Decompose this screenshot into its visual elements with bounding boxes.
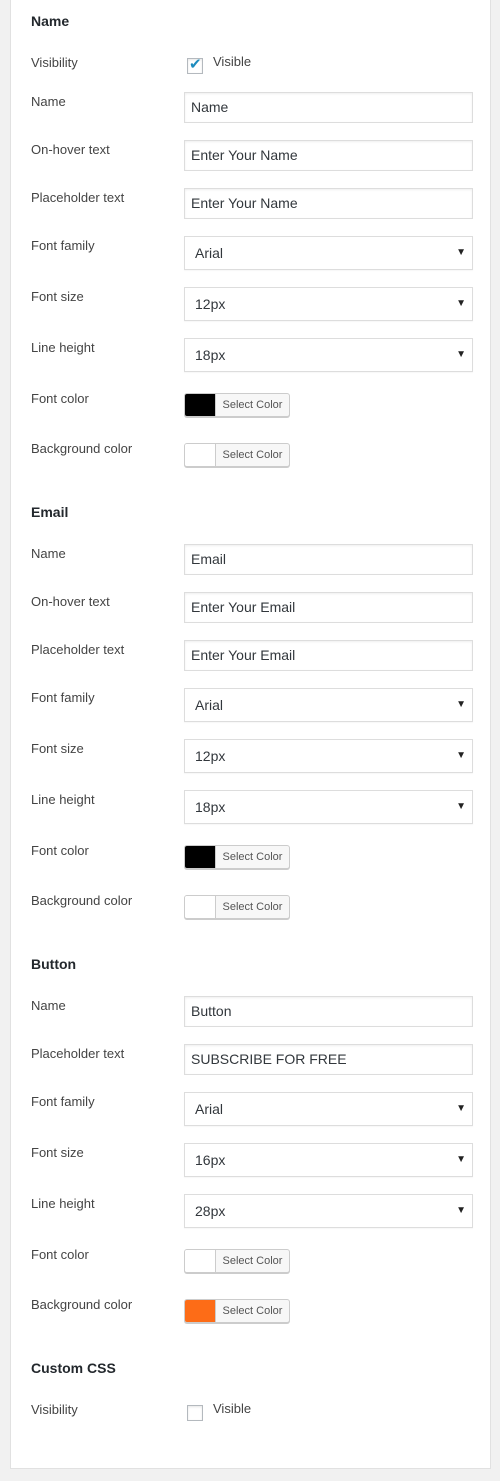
email-line-height-label: Line height [31, 792, 95, 807]
section-title-email: Email [31, 504, 69, 520]
dropdown-arrow-icon: ▼ [456, 801, 466, 812]
button-line-height-select[interactable]: 28px ▼ [184, 1194, 473, 1228]
button-font-family-label: Font family [31, 1094, 95, 1109]
button-font-color-picker[interactable]: Select Color [184, 1249, 290, 1273]
button-placeholder-label: Placeholder text [31, 1046, 125, 1061]
button-placeholder-input[interactable]: SUBSCRIBE FOR FREE [184, 1044, 473, 1075]
name-hover-input[interactable]: Enter Your Name [184, 140, 473, 171]
button-name-label: Name [31, 998, 66, 1013]
name-name-input[interactable]: Name [184, 92, 473, 123]
button-font-size-select[interactable]: 16px ▼ [184, 1143, 473, 1177]
name-font-size-label: Font size [31, 289, 84, 304]
checkmark-icon: ✔ [189, 56, 202, 73]
name-placeholder-input[interactable]: Enter Your Name [184, 188, 473, 219]
color-swatch [185, 1250, 216, 1272]
name-font-color-label: Font color [31, 391, 89, 406]
button-font-size-value: 16px [195, 1152, 226, 1168]
custom-css-visibility-option-label: Visible [213, 1401, 252, 1416]
select-color-label: Select Color [222, 851, 283, 863]
select-color-label: Select Color [222, 901, 283, 913]
email-line-height-value: 18px [195, 799, 226, 815]
email-font-color-label: Font color [31, 843, 89, 858]
select-color-label: Select Color [222, 399, 283, 411]
dropdown-arrow-icon: ▼ [456, 699, 466, 710]
custom-css-visibility-label: Visibility [31, 1402, 78, 1417]
dropdown-arrow-icon: ▼ [456, 1103, 466, 1114]
color-swatch [185, 394, 216, 416]
button-bg-color-label: Background color [31, 1297, 133, 1312]
dropdown-arrow-icon: ▼ [456, 298, 466, 309]
select-color-label: Select Color [222, 449, 283, 461]
name-visibility-toggle[interactable]: ✔ Visible [187, 54, 251, 74]
section-title-button: Button [31, 956, 77, 972]
color-swatch [185, 896, 216, 918]
name-line-height-select[interactable]: 18px ▼ [184, 338, 473, 372]
email-placeholder-input[interactable]: Enter Your Email [184, 640, 473, 671]
color-swatch [185, 444, 216, 466]
custom-css-visibility-toggle[interactable]: Visible [187, 1401, 251, 1421]
name-visibility-option-label: Visible [213, 54, 252, 69]
button-font-size-label: Font size [31, 1145, 84, 1160]
email-name-input[interactable]: Email [184, 544, 473, 575]
name-font-size-select[interactable]: 12px ▼ [184, 287, 473, 321]
color-swatch [185, 846, 216, 868]
name-bg-color-label: Background color [31, 441, 133, 456]
select-color-label: Select Color [222, 1255, 283, 1267]
section-title-name: Name [31, 13, 70, 29]
button-line-height-value: 28px [195, 1203, 226, 1219]
color-swatch [185, 1300, 216, 1322]
button-name-input[interactable]: Button [184, 996, 473, 1027]
button-bg-color-picker[interactable]: Select Color [184, 1299, 290, 1323]
name-placeholder-label: Placeholder text [31, 190, 125, 205]
name-font-family-label: Font family [31, 238, 95, 253]
name-font-family-select[interactable]: Arial ▼ [184, 236, 473, 270]
email-hover-label: On-hover text [31, 594, 110, 609]
section-title-custom-css: Custom CSS [31, 1360, 116, 1376]
email-font-size-select[interactable]: 12px ▼ [184, 739, 473, 773]
dropdown-arrow-icon: ▼ [456, 1205, 466, 1216]
settings-panel: Name Visibility ✔ Visible Name Name On-h… [10, 0, 491, 1469]
button-font-family-select[interactable]: Arial ▼ [184, 1092, 473, 1126]
email-line-height-select[interactable]: 18px ▼ [184, 790, 473, 824]
dropdown-arrow-icon: ▼ [456, 349, 466, 360]
email-font-color-picker[interactable]: Select Color [184, 845, 290, 869]
name-line-height-label: Line height [31, 340, 95, 355]
button-font-family-value: Arial [195, 1101, 224, 1117]
dropdown-arrow-icon: ▼ [456, 750, 466, 761]
email-bg-color-label: Background color [31, 893, 133, 908]
email-placeholder-label: Placeholder text [31, 642, 125, 657]
name-bg-color-picker[interactable]: Select Color [184, 443, 290, 467]
button-line-height-label: Line height [31, 1196, 95, 1211]
email-font-family-label: Font family [31, 690, 95, 705]
name-hover-label: On-hover text [31, 142, 110, 157]
dropdown-arrow-icon: ▼ [456, 1154, 466, 1165]
email-bg-color-picker[interactable]: Select Color [184, 895, 290, 919]
dropdown-arrow-icon: ▼ [456, 247, 466, 258]
name-font-size-value: 12px [195, 296, 226, 312]
email-font-size-value: 12px [195, 748, 226, 764]
name-font-color-picker[interactable]: Select Color [184, 393, 290, 417]
name-font-family-value: Arial [195, 245, 224, 261]
email-font-family-value: Arial [195, 697, 224, 713]
email-name-label: Name [31, 546, 66, 561]
name-visibility-label: Visibility [31, 55, 78, 70]
email-font-family-select[interactable]: Arial ▼ [184, 688, 473, 722]
email-hover-input[interactable]: Enter Your Email [184, 592, 473, 623]
name-line-height-value: 18px [195, 347, 226, 363]
button-font-color-label: Font color [31, 1247, 89, 1262]
email-font-size-label: Font size [31, 741, 84, 756]
name-name-label: Name [31, 94, 66, 109]
select-color-label: Select Color [222, 1305, 283, 1317]
custom-css-visibility-checkbox[interactable] [187, 1405, 203, 1421]
name-visibility-checkbox[interactable]: ✔ [187, 56, 203, 74]
